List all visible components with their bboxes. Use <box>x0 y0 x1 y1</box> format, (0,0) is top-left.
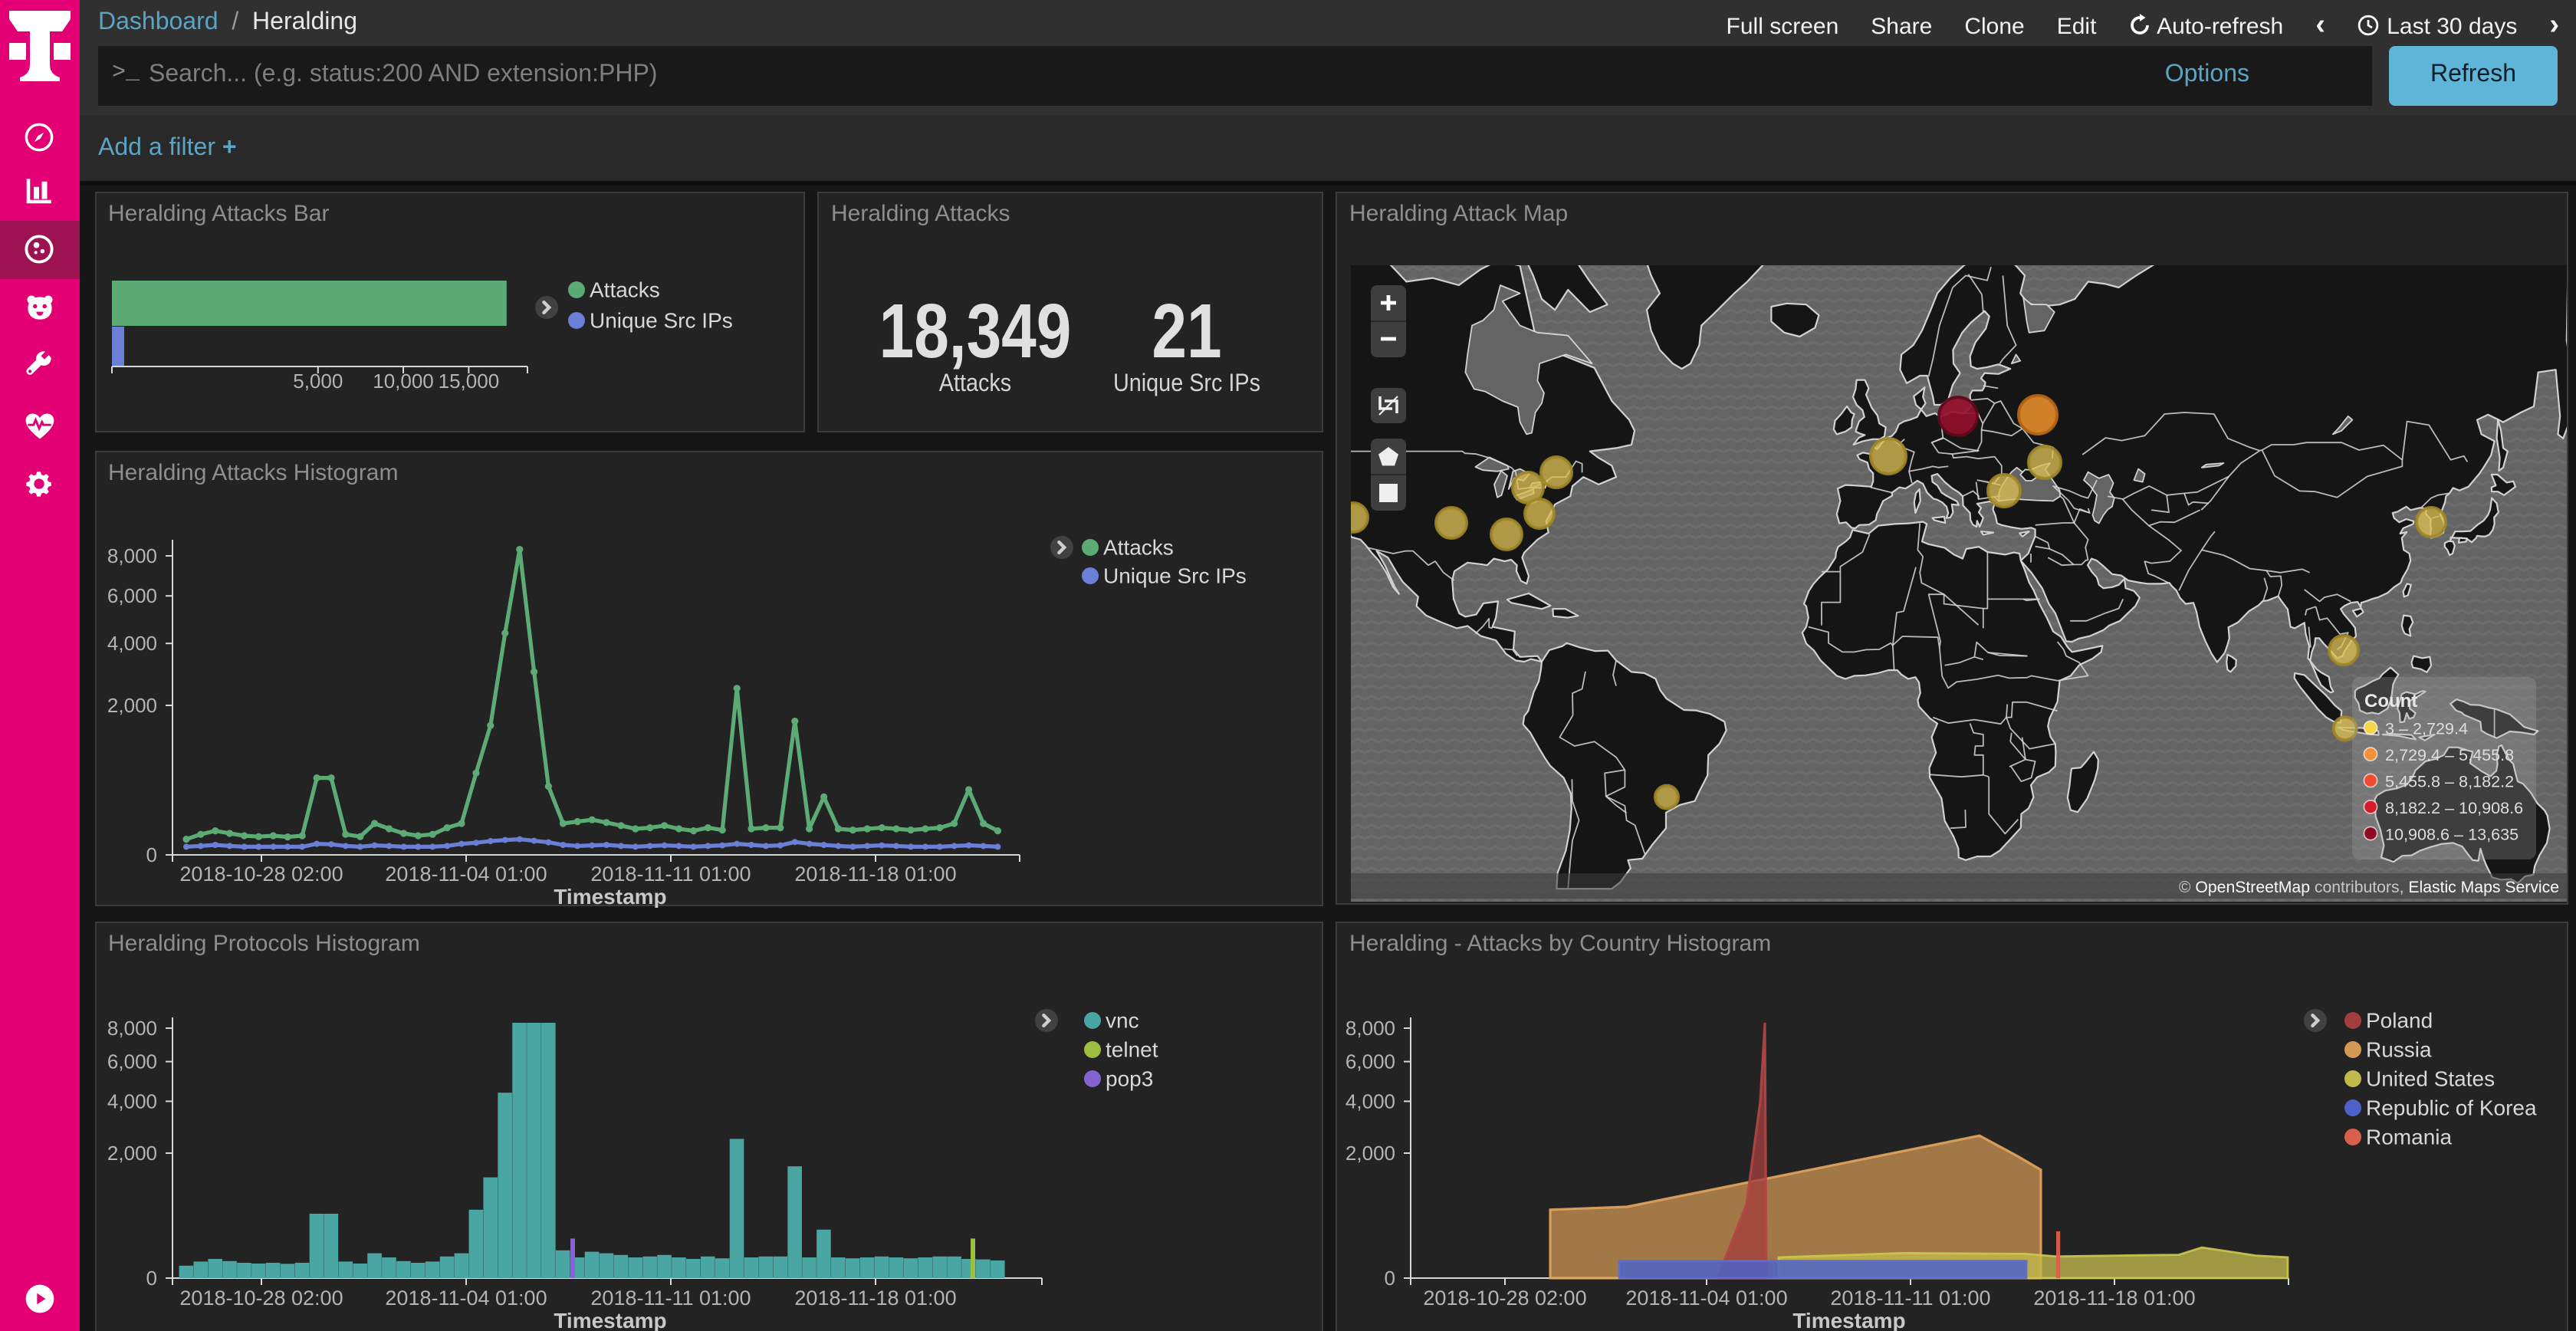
svg-text:Attacks: Attacks <box>1102 536 1173 560</box>
svg-text:2018-10-28 02:00: 2018-10-28 02:00 <box>179 863 342 886</box>
svg-text:Romania: Romania <box>2366 1125 2452 1149</box>
svg-text:2018-10-28 02:00: 2018-10-28 02:00 <box>1423 1286 1586 1309</box>
svg-text:Unique Src IPs: Unique Src IPs <box>589 308 732 332</box>
svg-text:0: 0 <box>146 1266 156 1289</box>
svg-text:4,000: 4,000 <box>107 632 156 655</box>
svg-text:pop3: pop3 <box>1105 1066 1152 1090</box>
svg-text:Attacks: Attacks <box>589 278 659 301</box>
svg-text:8,000: 8,000 <box>107 1016 156 1039</box>
svg-text:2018-10-28 02:00: 2018-10-28 02:00 <box>179 1286 342 1309</box>
svg-text:6,000: 6,000 <box>107 584 156 607</box>
svg-text:2018-11-11 01:00: 2018-11-11 01:00 <box>1830 1286 1990 1309</box>
svg-text:10,000: 10,000 <box>372 369 433 392</box>
svg-text:0: 0 <box>146 843 156 866</box>
svg-text:2,000: 2,000 <box>107 694 156 717</box>
svg-text:5,000: 5,000 <box>292 369 342 392</box>
svg-text:3 – 2,729.4: 3 – 2,729.4 <box>2385 718 2468 737</box>
svg-text:2,729.4 – 5,455.8: 2,729.4 – 5,455.8 <box>2385 744 2514 764</box>
svg-text:United States: United States <box>2366 1066 2495 1090</box>
svg-text:Timestamp: Timestamp <box>553 885 665 908</box>
svg-text:Russia: Russia <box>2366 1037 2432 1061</box>
svg-text:6,000: 6,000 <box>1346 1050 1395 1073</box>
svg-text:2018-11-18 01:00: 2018-11-18 01:00 <box>794 1286 955 1309</box>
svg-text:2018-11-04 01:00: 2018-11-04 01:00 <box>1625 1286 1787 1309</box>
svg-text:2,000: 2,000 <box>1346 1141 1395 1164</box>
svg-text:8,182.2 – 10,908.6: 8,182.2 – 10,908.6 <box>2385 797 2523 817</box>
svg-text:2,000: 2,000 <box>107 1141 156 1164</box>
svg-text:8,000: 8,000 <box>1346 1016 1395 1039</box>
svg-text:0: 0 <box>1385 1266 1395 1289</box>
svg-text:2018-11-11 01:00: 2018-11-11 01:00 <box>590 863 750 886</box>
svg-text:Timestamp: Timestamp <box>1792 1308 1905 1331</box>
svg-text:4,000: 4,000 <box>1346 1089 1395 1112</box>
svg-text:Count: Count <box>2364 690 2417 711</box>
svg-text:4,000: 4,000 <box>107 1089 156 1112</box>
svg-text:Unique Src IPs: Unique Src IPs <box>1102 564 1246 588</box>
svg-text:8,000: 8,000 <box>107 544 156 567</box>
svg-text:2018-11-18 01:00: 2018-11-18 01:00 <box>2033 1286 2195 1309</box>
svg-text:2018-11-18 01:00: 2018-11-18 01:00 <box>794 863 955 886</box>
svg-text:vnc: vnc <box>1105 1008 1138 1032</box>
svg-text:2018-11-11 01:00: 2018-11-11 01:00 <box>590 1286 750 1309</box>
svg-text:© OpenStreetMap contributors,: © OpenStreetMap contributors, Elastic Ma… <box>2179 878 2559 896</box>
svg-text:10,908.6 – 13,635: 10,908.6 – 13,635 <box>2385 823 2518 843</box>
svg-text:Poland: Poland <box>2366 1008 2433 1032</box>
svg-text:6,000: 6,000 <box>107 1050 156 1073</box>
svg-text:2018-11-04 01:00: 2018-11-04 01:00 <box>384 863 546 886</box>
svg-text:telnet: telnet <box>1105 1037 1158 1061</box>
svg-text:15,000: 15,000 <box>438 369 499 392</box>
svg-text:5,455.8 – 8,182.2: 5,455.8 – 8,182.2 <box>2385 771 2514 790</box>
svg-text:Timestamp: Timestamp <box>553 1308 665 1331</box>
svg-text:Republic of Korea: Republic of Korea <box>2366 1096 2537 1119</box>
svg-text:2018-11-04 01:00: 2018-11-04 01:00 <box>384 1286 546 1309</box>
